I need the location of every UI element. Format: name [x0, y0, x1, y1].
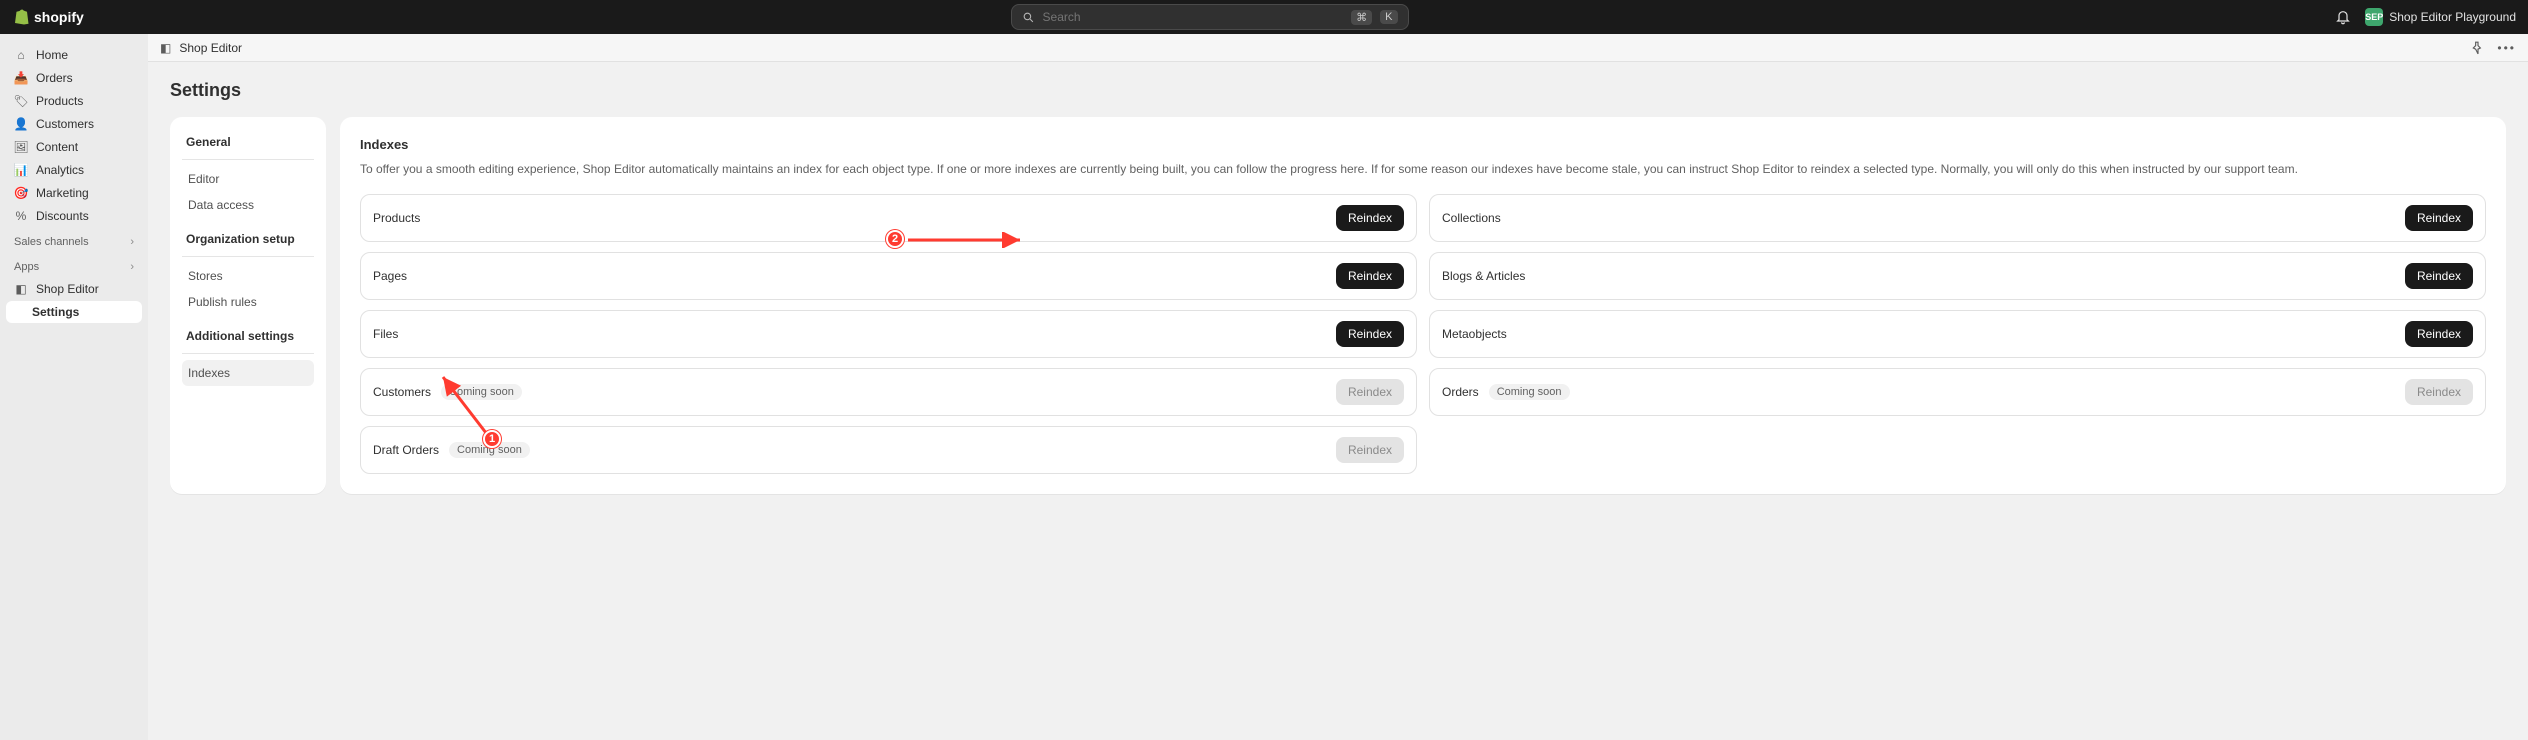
- sidebar-item-home[interactable]: ⌂Home: [6, 44, 142, 66]
- sidebar-item-orders[interactable]: 📥Orders: [6, 67, 142, 89]
- reindex-button[interactable]: Reindex: [2405, 205, 2473, 231]
- sidebar-item-settings[interactable]: Settings: [6, 301, 142, 323]
- avatar: SEP: [2365, 8, 2383, 26]
- coming-soon-badge: Coming soon: [1489, 384, 1570, 400]
- coming-soon-badge: Coming soon: [441, 384, 522, 400]
- account-menu[interactable]: SEP Shop Editor Playground: [2365, 8, 2516, 26]
- coming-soon-badge: Coming soon: [449, 442, 530, 458]
- index-card-products: Products Reindex: [360, 194, 1417, 242]
- side-item-stores[interactable]: Stores: [182, 263, 314, 289]
- pin-icon[interactable]: [2471, 41, 2485, 55]
- side-item-publish-rules[interactable]: Publish rules: [182, 289, 314, 315]
- settings-side-panel: General Editor Data access Organization …: [170, 117, 326, 494]
- customers-icon: 👤: [14, 117, 28, 131]
- reindex-button: Reindex: [2405, 379, 2473, 405]
- index-card-draft-orders: Draft Orders Coming soon Reindex: [360, 426, 1417, 474]
- breadcrumb-bar: ◧ Shop Editor •••: [148, 34, 2528, 62]
- sales-channels-heading[interactable]: Sales channels›: [6, 228, 142, 252]
- group-additional: Additional settings: [182, 325, 314, 347]
- sidebar-item-shop-editor[interactable]: ◧Shop Editor: [6, 278, 142, 300]
- search-box[interactable]: ⌘ K: [1011, 4, 1409, 30]
- card-label: Products: [373, 211, 420, 225]
- reindex-button[interactable]: Reindex: [2405, 321, 2473, 347]
- page-title: Settings: [170, 80, 2506, 101]
- sidebar-item-discounts[interactable]: %Discounts: [6, 205, 142, 227]
- index-card-collections: Collections Reindex: [1429, 194, 2486, 242]
- card-label: Metaobjects: [1442, 327, 1507, 341]
- card-label: Files: [373, 327, 398, 341]
- more-icon[interactable]: •••: [2497, 41, 2516, 55]
- main-panel: Indexes To offer you a smooth editing ex…: [340, 117, 2506, 494]
- card-label: Collections: [1442, 211, 1501, 225]
- reindex-button[interactable]: Reindex: [2405, 263, 2473, 289]
- index-card-orders: Orders Coming soon Reindex: [1429, 368, 2486, 416]
- side-item-data-access[interactable]: Data access: [182, 192, 314, 218]
- reindex-button[interactable]: Reindex: [1336, 321, 1404, 347]
- brand-text: shopify: [34, 9, 84, 25]
- apps-heading[interactable]: Apps›: [6, 253, 142, 277]
- index-card-customers: Customers Coming soon Reindex: [360, 368, 1417, 416]
- app-icon: ◧: [14, 282, 28, 296]
- products-icon: 🏷: [14, 94, 28, 108]
- discounts-icon: %: [14, 209, 28, 223]
- card-label: Customers: [373, 385, 431, 399]
- sidebar: ⌂Home 📥Orders 🏷Products 👤Customers 🖼Cont…: [0, 34, 148, 740]
- index-card-metaobjects: Metaobjects Reindex: [1429, 310, 2486, 358]
- index-card-blogs-articles: Blogs & Articles Reindex: [1429, 252, 2486, 300]
- chevron-right-icon: ›: [130, 236, 134, 248]
- index-card-files: Files Reindex: [360, 310, 1417, 358]
- account-name: Shop Editor Playground: [2389, 10, 2516, 24]
- home-icon: ⌂: [14, 48, 28, 62]
- chevron-right-icon: ›: [130, 261, 134, 273]
- sidebar-item-marketing[interactable]: 🎯Marketing: [6, 182, 142, 204]
- sidebar-item-content[interactable]: 🖼Content: [6, 136, 142, 158]
- reindex-button: Reindex: [1336, 379, 1404, 405]
- sidebar-item-analytics[interactable]: 📊Analytics: [6, 159, 142, 181]
- card-label: Draft Orders: [373, 443, 439, 457]
- reindex-button[interactable]: Reindex: [1336, 205, 1404, 231]
- card-label: Pages: [373, 269, 407, 283]
- card-label: Orders: [1442, 385, 1479, 399]
- orders-icon: 📥: [14, 71, 28, 85]
- content-icon: 🖼: [14, 140, 28, 154]
- analytics-icon: 📊: [14, 163, 28, 177]
- side-item-editor[interactable]: Editor: [182, 166, 314, 192]
- brand-logo[interactable]: shopify: [12, 8, 84, 26]
- panel-title: Indexes: [360, 137, 2486, 152]
- sidebar-item-customers[interactable]: 👤Customers: [6, 113, 142, 135]
- search-icon: [1022, 11, 1035, 24]
- kbd-k: K: [1380, 10, 1397, 24]
- index-card-pages: Pages Reindex: [360, 252, 1417, 300]
- panel-desc: To offer you a smooth editing experience…: [360, 160, 2486, 178]
- breadcrumb-title: Shop Editor: [179, 41, 242, 55]
- bell-icon[interactable]: [2335, 9, 2351, 25]
- group-general: General: [182, 131, 314, 153]
- reindex-button[interactable]: Reindex: [1336, 263, 1404, 289]
- marketing-icon: 🎯: [14, 186, 28, 200]
- search-input[interactable]: [1043, 10, 1344, 24]
- side-item-indexes[interactable]: Indexes: [182, 360, 314, 386]
- group-org: Organization setup: [182, 228, 314, 250]
- reindex-button: Reindex: [1336, 437, 1404, 463]
- card-label: Blogs & Articles: [1442, 269, 1525, 283]
- sidebar-item-products[interactable]: 🏷Products: [6, 90, 142, 112]
- app-pin-icon[interactable]: ◧: [160, 41, 171, 55]
- shopify-icon: [12, 8, 30, 26]
- kbd-cmd: ⌘: [1351, 10, 1372, 25]
